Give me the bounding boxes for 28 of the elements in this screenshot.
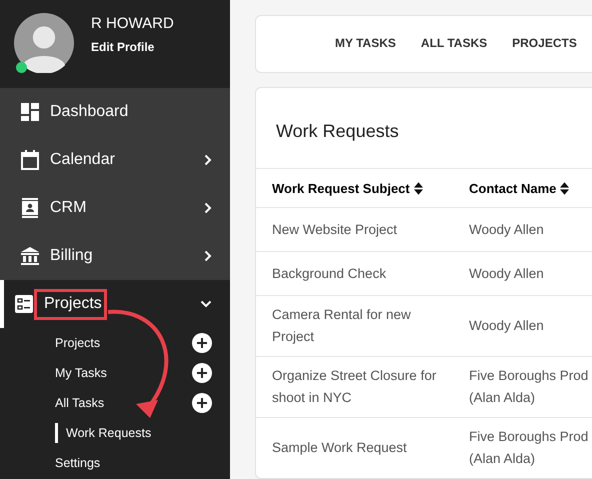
- nav-item[interactable]: Billing: [0, 232, 230, 280]
- table-cell: Five Boroughs Prod (Alan Alda): [469, 368, 588, 405]
- table-cell: Woody Allen: [469, 318, 544, 333]
- nav-item[interactable]: Projects: [0, 280, 230, 328]
- edit-profile-link[interactable]: Edit Profile: [91, 40, 174, 54]
- table-cell: Five Boroughs Prod (Alan Alda): [469, 429, 588, 466]
- column-header[interactable]: Work Request Subject: [272, 180, 410, 196]
- table-cell: Organize Street Closure for shoot in NYC: [272, 368, 436, 405]
- column-header[interactable]: Contact Name: [469, 180, 556, 196]
- tab[interactable]: MY TASKS: [335, 32, 396, 56]
- nav-item[interactable]: CRM: [0, 184, 230, 232]
- panel-title: Work Requests: [275, 120, 400, 143]
- table-cell: Woody Allen: [469, 266, 544, 280]
- table-cell: Woody Allen: [469, 222, 544, 236]
- tab[interactable]: ALL TASKS: [420, 32, 488, 56]
- table-cell: New Website Project: [272, 222, 398, 236]
- nav-item[interactable]: Calendar: [0, 136, 230, 184]
- submenu-item[interactable]: Work Requests: [55, 423, 152, 443]
- submenu-item[interactable]: My Tasks: [55, 366, 107, 380]
- table-cell: Sample Work Request: [272, 440, 407, 455]
- table-cell: Camera Rental for new Project: [272, 307, 411, 344]
- table-cell: Background Check: [272, 266, 386, 280]
- submenu-item[interactable]: All Tasks: [55, 396, 104, 410]
- user-name: R HOWARD: [91, 15, 174, 32]
- submenu-item[interactable]: Projects: [55, 336, 100, 350]
- nav-item[interactable]: Dashboard: [0, 88, 230, 136]
- submenu-item[interactable]: Settings: [55, 456, 100, 470]
- tab[interactable]: PROJECTS: [512, 32, 577, 56]
